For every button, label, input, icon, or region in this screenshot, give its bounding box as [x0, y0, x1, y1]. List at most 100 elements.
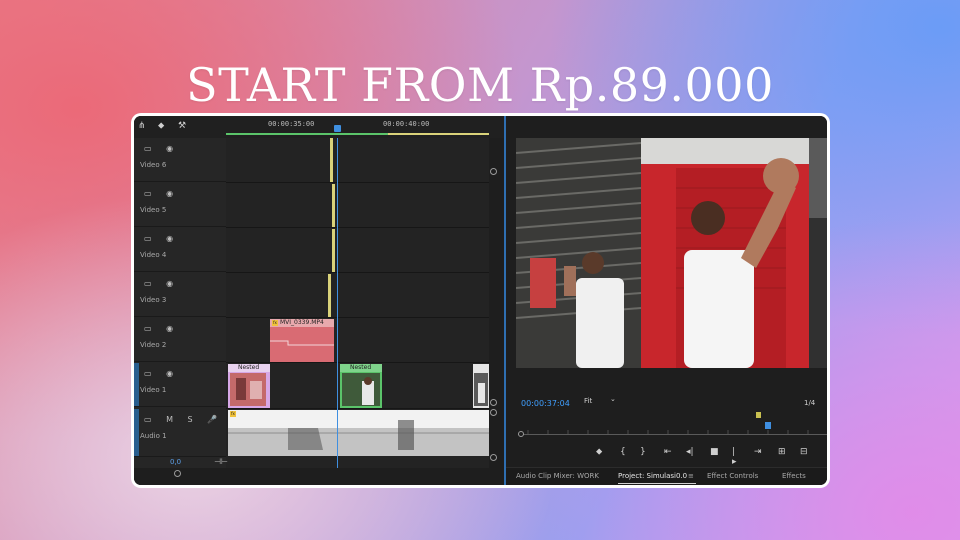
clip-label: MVI_0339.MP4 [270, 319, 334, 327]
mark-out-icon[interactable]: } [640, 447, 646, 457]
track-name: Video 4 [140, 251, 167, 259]
video-preview [516, 138, 827, 368]
track-toggle-icons[interactable]: ▭ ◉ [144, 234, 179, 243]
zoom-fit-select[interactable]: Fit ⌄ [584, 395, 622, 409]
track-divider [226, 227, 489, 228]
clip-label: Nested [340, 364, 382, 372]
vertical-zoom-handle[interactable] [490, 168, 497, 175]
tab-audio-clip-mixer[interactable]: Audio Clip Mixer: WORK [516, 472, 599, 480]
track-toggle-icons[interactable]: ▭ ◉ [144, 144, 179, 153]
vertical-zoom-handle[interactable] [490, 454, 497, 461]
timeline-toolbar: ⋔ ⬥ ⚒ 00:00:35:00 00:00:40:00 [134, 116, 504, 138]
track-header-video-6[interactable]: ▭ ◉ Video 6 [134, 138, 226, 182]
video2-clip[interactable]: MVI_0339.MP4 fx [270, 319, 334, 362]
track-name: Video 6 [140, 161, 167, 169]
timeline-clip[interactable] [330, 138, 333, 182]
track-target-indicator[interactable] [134, 363, 139, 406]
wrench-icon[interactable]: ⚒ [178, 121, 186, 131]
panel-tabs: Audio Clip Mixer: WORK Project: Simulasi… [506, 467, 827, 485]
nested-clip[interactable] [473, 364, 489, 408]
fx-badge: fx [272, 320, 278, 326]
fit-label: Fit [584, 397, 593, 405]
program-video-frame[interactable] [516, 138, 827, 368]
premiere-app: ⋔ ⬥ ⚒ 00:00:35:00 00:00:40:00 ▭ ◉ Video … [134, 116, 827, 485]
track-divider [226, 317, 489, 318]
track-target-indicator[interactable] [134, 409, 139, 456]
audio-waveform [228, 410, 489, 456]
end-bracket-icon[interactable]: ⊣⊢ [214, 457, 228, 466]
track-toggle-icons[interactable]: ▭ ◉ [144, 279, 179, 288]
track-toggle-icons[interactable]: ▭ ◉ [144, 324, 179, 333]
track-toggle-icons[interactable]: ▭ ◉ [144, 189, 179, 198]
program-monitor: 00:00:37:04 Fit ⌄ 1/4 ⬥ {} ⇤ ◂| ■ |▸ ⇥ … [506, 116, 827, 485]
track-divider [226, 182, 489, 183]
monitor-playhead[interactable] [765, 422, 771, 429]
scrub-zoom-handle[interactable] [518, 431, 524, 437]
track-name: Video 1 [140, 386, 167, 394]
tab-effect-controls[interactable]: Effect Controls [707, 472, 758, 480]
active-tab-underline [618, 483, 696, 484]
marker-icon[interactable]: ⬥ [596, 447, 602, 457]
nested-clip[interactable]: Nested [340, 364, 382, 408]
audio-clip[interactable]: fx [228, 410, 489, 456]
track-name: Video 5 [140, 206, 167, 214]
step-back-icon[interactable]: ◂| [686, 447, 694, 457]
screenshot-card: ⋔ ⬥ ⚒ 00:00:35:00 00:00:40:00 ▭ ◉ Video … [131, 113, 830, 488]
track-header-video-4[interactable]: ▭ ◉ Video 4 [134, 228, 226, 272]
insert-icon[interactable]: ⊞ [778, 447, 786, 457]
clip-thumbnail [230, 373, 266, 406]
track-area[interactable]: MVI_0339.MP4 fx Nested Nested fx [226, 138, 489, 468]
playhead-handle[interactable] [334, 125, 341, 132]
timeline-clip[interactable] [328, 274, 331, 317]
mark-in-icon[interactable]: { [620, 447, 626, 457]
track-header-audio-1[interactable]: ▭ M S 🎤 Audio 1 [134, 409, 226, 457]
timeline-clip[interactable] [332, 229, 335, 272]
chevron-down-icon: ⌄ [610, 395, 616, 403]
work-area-bar-green-2 [336, 133, 388, 135]
track-divider [226, 272, 489, 273]
horizontal-zoom-handle[interactable] [174, 470, 181, 477]
promo-headline: START FROM Rp.89.000 [186, 58, 774, 112]
track-headers: ▭ ◉ Video 6 ▭ ◉ Video 5 ▭ ◉ Video 4 ▭ ◉ … [134, 138, 226, 468]
timeline-scrollbar[interactable] [134, 468, 504, 485]
magnet-icon[interactable]: ⋔ [138, 121, 146, 131]
track-header-video-1[interactable]: ▭ ◉ Video 1 [134, 363, 226, 407]
stop-icon[interactable]: ■ [710, 447, 719, 457]
clip-thumbnail [342, 373, 380, 406]
audio-level-value: 0,0 [170, 458, 182, 466]
menu-icon[interactable]: ≡ [688, 472, 694, 480]
playhead-line[interactable] [337, 138, 338, 468]
step-forward-icon[interactable]: |▸ [732, 447, 737, 467]
scrub-bar[interactable] [518, 434, 827, 435]
ruler-time-1: 00:00:35:00 [268, 120, 315, 128]
overwrite-icon[interactable]: ⊟ [800, 447, 808, 457]
go-to-in-icon[interactable]: ⇤ [664, 447, 672, 457]
go-to-out-icon[interactable]: ⇥ [754, 447, 762, 457]
clip-label: Nested [228, 364, 270, 372]
track-name: Video 2 [140, 341, 167, 349]
track-header-video-2[interactable]: ▭ ◉ Video 2 [134, 318, 226, 362]
track-divider [226, 362, 489, 363]
fx-badge: fx [230, 411, 236, 417]
vertical-zoom-handle[interactable] [490, 409, 497, 416]
playback-resolution[interactable]: 1/4 [804, 399, 815, 407]
tab-project[interactable]: Project: Simulasi0.0 [618, 472, 687, 480]
program-timecode[interactable]: 00:00:37:04 [521, 399, 570, 408]
ruler-time-2: 00:00:40:00 [383, 120, 430, 128]
track-divider [226, 408, 489, 409]
track-name: Audio 1 [140, 432, 167, 440]
track-header-video-3[interactable]: ▭ ◉ Video 3 [134, 273, 226, 317]
track-header-video-5[interactable]: ▭ ◉ Video 5 [134, 183, 226, 227]
work-area-bar-green [226, 133, 336, 135]
vertical-zoom-handle[interactable] [490, 399, 497, 406]
timeline-panel: ⋔ ⬥ ⚒ 00:00:35:00 00:00:40:00 ▭ ◉ Video … [134, 116, 504, 485]
marker-icon[interactable] [756, 412, 761, 418]
opacity-keyframe-line [270, 340, 334, 346]
track-toggle-icons[interactable]: ▭ ◉ [144, 369, 179, 378]
track-toggle-icons[interactable]: ▭ M S 🎤 [144, 415, 223, 424]
track-name: Video 3 [140, 296, 167, 304]
nested-clip[interactable]: Nested [228, 364, 270, 408]
timeline-clip[interactable] [332, 184, 335, 227]
tab-effects[interactable]: Effects [782, 472, 806, 480]
marker-icon[interactable]: ⬥ [158, 121, 164, 131]
